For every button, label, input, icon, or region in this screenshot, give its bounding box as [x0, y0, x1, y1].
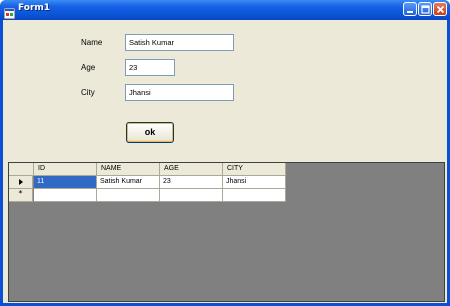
table-cell[interactable]: 23: [160, 176, 223, 189]
table-cell[interactable]: Satish Kumar: [97, 176, 160, 189]
current-row-arrow-icon: [18, 179, 23, 185]
close-button[interactable]: [433, 2, 447, 16]
new-row-cell[interactable]: [223, 189, 286, 202]
column-header-id[interactable]: ID: [34, 163, 97, 176]
column-header-city[interactable]: CITY: [223, 163, 286, 176]
name-field[interactable]: Satish Kumar: [125, 34, 234, 51]
new-row-cell[interactable]: [160, 189, 223, 202]
maximize-icon: [421, 5, 430, 14]
table-cell[interactable]: Jhansi: [223, 176, 286, 189]
age-field[interactable]: 23: [125, 59, 175, 76]
city-label: City: [81, 88, 95, 97]
minimize-icon: [407, 11, 413, 13]
grid-corner-header[interactable]: [9, 163, 34, 176]
app-icon[interactable]: [3, 4, 16, 20]
maximize-button[interactable]: [418, 2, 432, 16]
city-field[interactable]: Jhansi: [125, 84, 234, 101]
data-grid[interactable]: ID NAME AGE CITY 11 Satish Kumar 23 Jhan…: [8, 162, 445, 302]
title-bar[interactable]: Form1: [0, 0, 450, 20]
age-label: Age: [81, 63, 96, 72]
new-row-cell[interactable]: [34, 189, 97, 202]
column-header-age[interactable]: AGE: [160, 163, 223, 176]
row-header-new[interactable]: *: [9, 189, 33, 202]
minimize-button[interactable]: [403, 2, 417, 16]
row-header-current[interactable]: [9, 176, 33, 189]
table-cell[interactable]: 11: [34, 176, 97, 189]
column-header-name[interactable]: NAME: [97, 163, 160, 176]
form-client-area: Name Satish Kumar Age 23 City Jhansi ok …: [3, 20, 447, 303]
window-title: Form1: [18, 3, 51, 13]
ok-button[interactable]: ok: [126, 122, 174, 143]
name-label: Name: [81, 38, 103, 47]
main-window: Form1 Name Satish Kumar Age 23 City Jhan…: [0, 0, 450, 306]
close-icon: [436, 5, 445, 14]
new-row-cell[interactable]: [97, 189, 160, 202]
